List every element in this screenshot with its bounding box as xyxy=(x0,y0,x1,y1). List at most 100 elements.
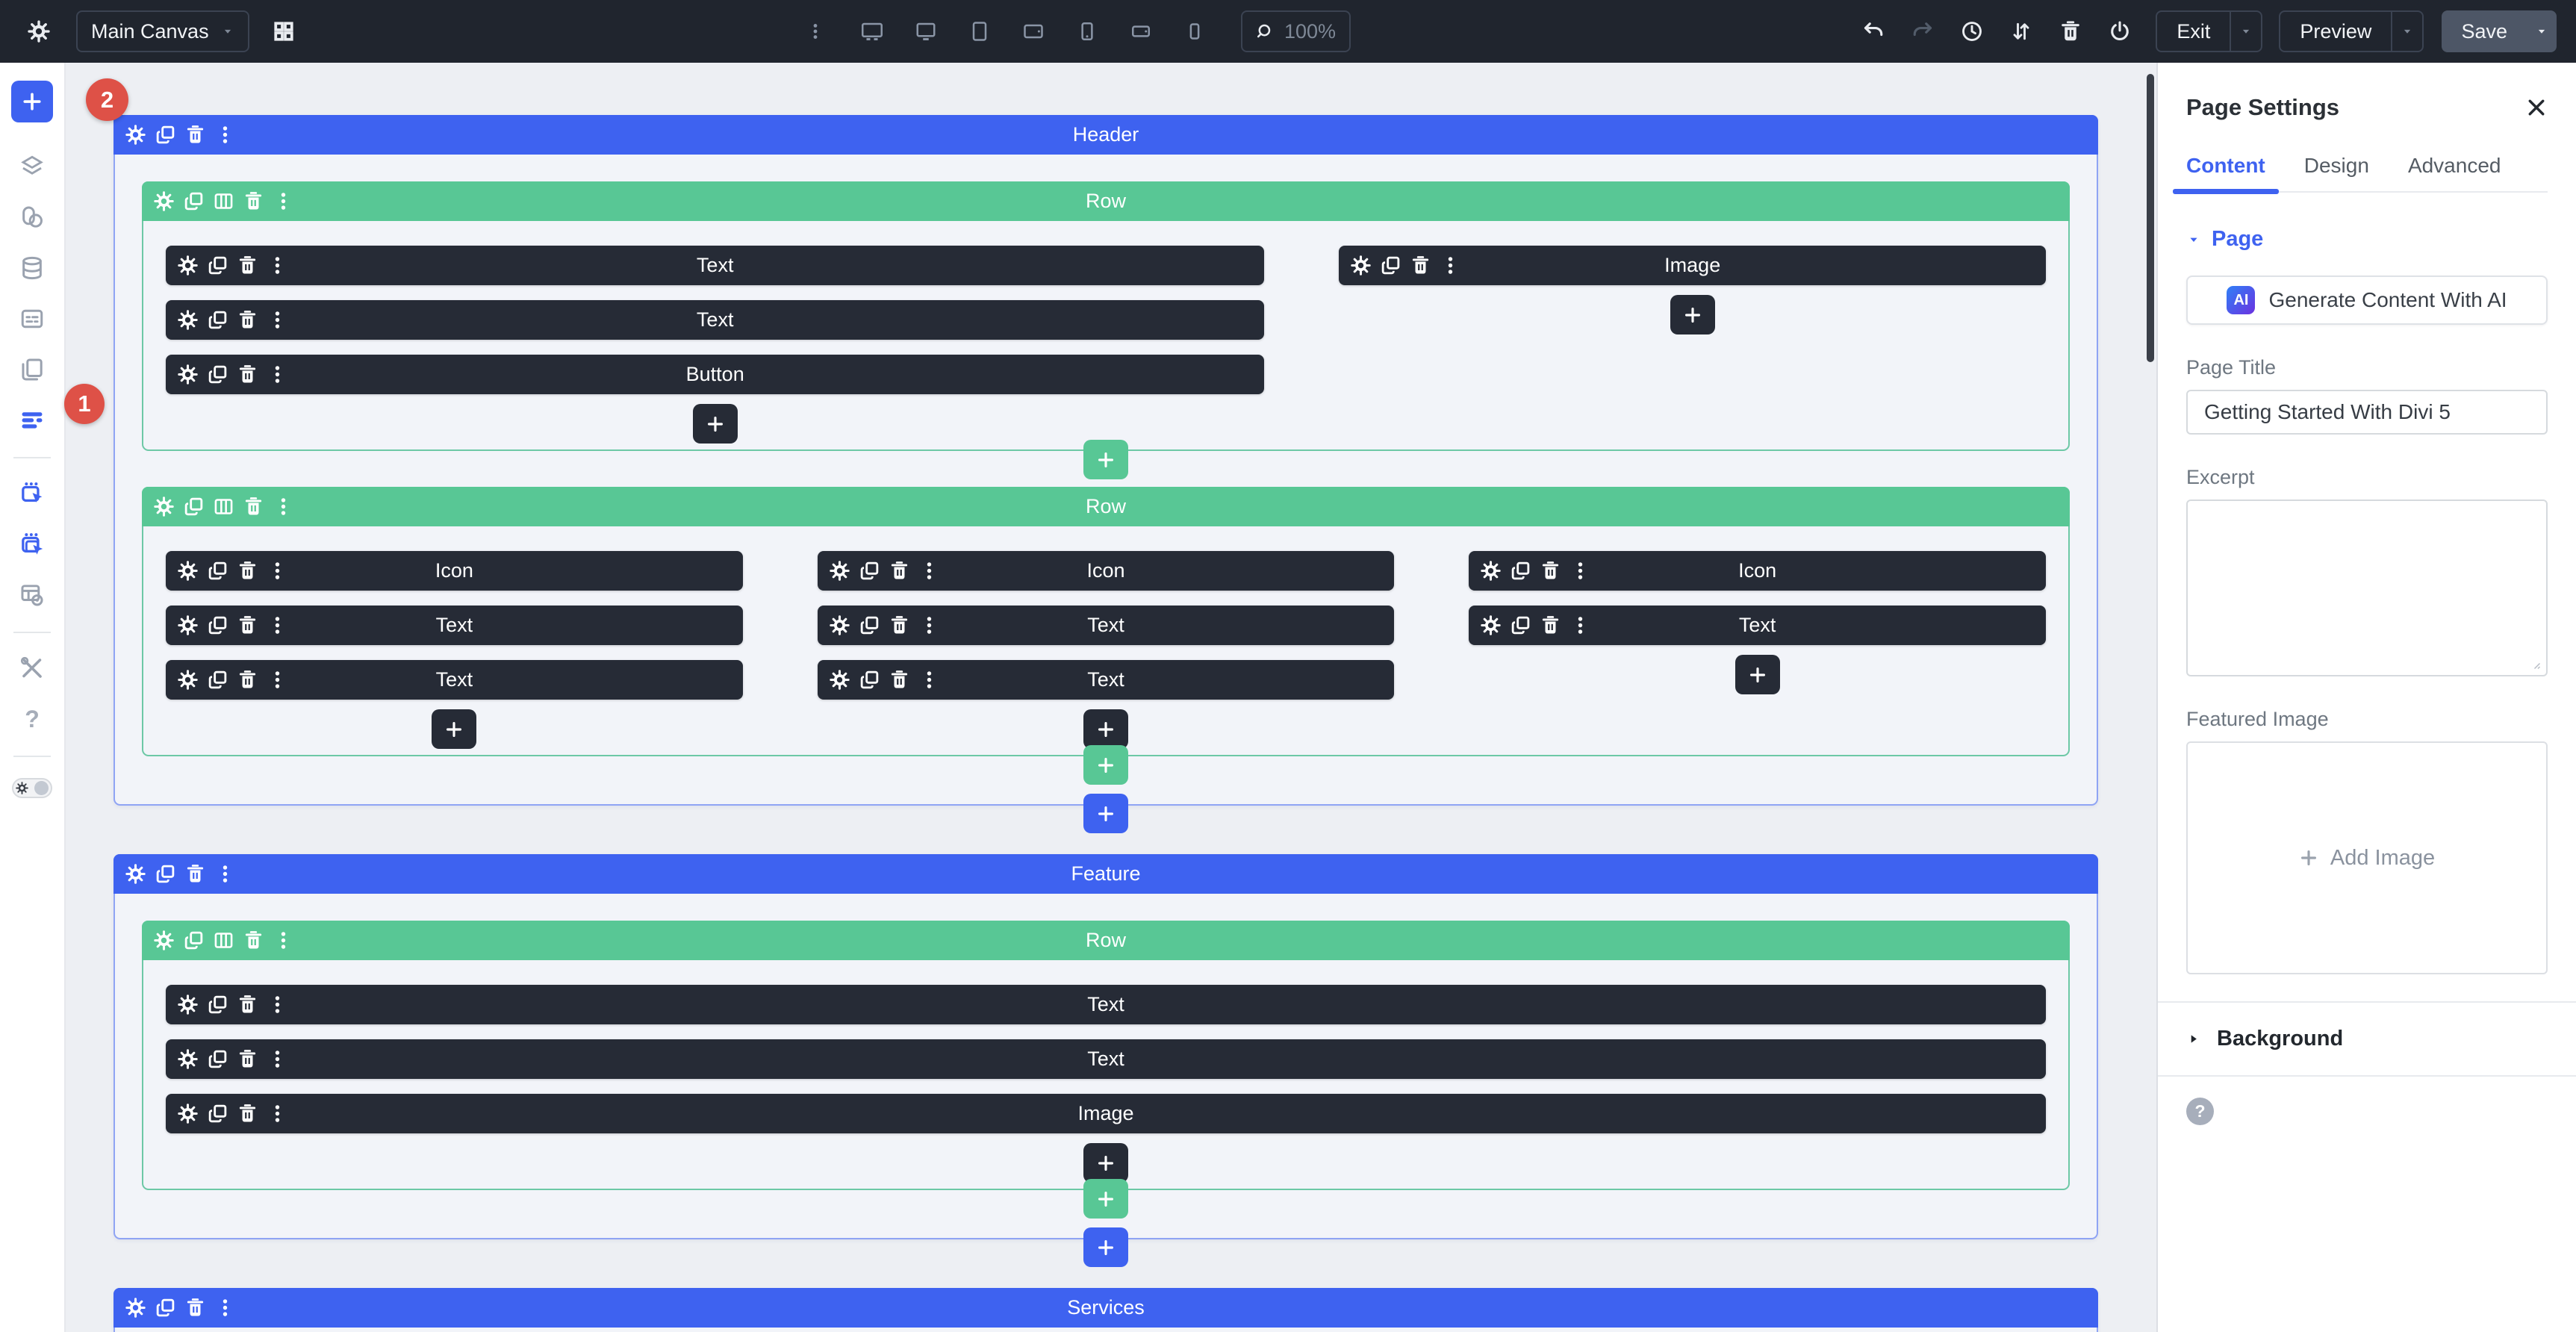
row-delete-button[interactable] xyxy=(243,930,264,950)
section-duplicate-button[interactable] xyxy=(155,864,175,884)
module-options-button[interactable] xyxy=(919,561,939,581)
page-title-input[interactable] xyxy=(2186,390,2548,435)
row-columns-button[interactable] xyxy=(214,930,234,950)
device-tablet-landscape-button[interactable] xyxy=(1014,12,1053,51)
add-section-button[interactable] xyxy=(1083,794,1128,833)
tab-advanced[interactable]: Advanced xyxy=(2408,154,2501,178)
module-settings-button[interactable] xyxy=(178,255,198,276)
preview-dropdown[interactable] xyxy=(2391,12,2422,51)
section-options-button[interactable] xyxy=(215,864,235,884)
module-delete-button[interactable] xyxy=(889,561,909,581)
module-settings-button[interactable] xyxy=(178,1104,198,1124)
module-delete-button[interactable] xyxy=(237,995,258,1015)
save-dropdown[interactable] xyxy=(2527,10,2557,52)
module-options-button[interactable] xyxy=(1570,615,1590,635)
add-row-button[interactable] xyxy=(1083,745,1128,785)
module-delete-button[interactable] xyxy=(237,670,258,690)
module-options-button[interactable] xyxy=(267,310,287,330)
module-delete-button[interactable] xyxy=(1540,561,1561,581)
section-settings-button[interactable] xyxy=(125,864,146,884)
row-columns-button[interactable] xyxy=(214,497,234,517)
module-settings-button[interactable] xyxy=(1351,255,1371,276)
module-text[interactable]: Text xyxy=(818,660,1395,700)
module-text[interactable]: Text xyxy=(1469,606,2046,645)
module-text[interactable]: Text xyxy=(166,985,2046,1024)
module-delete-button[interactable] xyxy=(1410,255,1431,276)
module-options-button[interactable] xyxy=(267,561,287,581)
exit-button[interactable]: Exit xyxy=(2156,10,2262,52)
layout-grid-button[interactable] xyxy=(264,12,303,51)
row-duplicate-button[interactable] xyxy=(184,191,204,211)
reorder-button[interactable] xyxy=(2002,12,2041,51)
canvas-selector[interactable]: Main Canvas xyxy=(76,10,249,52)
module-duplicate-button[interactable] xyxy=(208,310,228,330)
module-delete-button[interactable] xyxy=(237,1104,258,1124)
module-delete-button[interactable] xyxy=(1540,615,1561,635)
module-icon[interactable]: Icon xyxy=(166,551,743,591)
module-options-button[interactable] xyxy=(267,995,287,1015)
module-options-button[interactable] xyxy=(919,670,939,690)
module-text[interactable]: Text xyxy=(166,606,743,645)
module-duplicate-button[interactable] xyxy=(208,1104,228,1124)
module-duplicate-button[interactable] xyxy=(208,255,228,276)
module-duplicate-button[interactable] xyxy=(1381,255,1401,276)
section-delete-button[interactable] xyxy=(185,864,205,884)
sidebar-item-layers[interactable] xyxy=(15,149,49,184)
add-row-button[interactable] xyxy=(1083,1179,1128,1219)
history-button[interactable] xyxy=(1953,12,1991,51)
module-duplicate-button[interactable] xyxy=(859,561,880,581)
module-delete-button[interactable] xyxy=(237,255,258,276)
portability-button[interactable] xyxy=(2100,12,2139,51)
module-settings-button[interactable] xyxy=(178,615,198,635)
row-duplicate-button[interactable] xyxy=(184,930,204,950)
module-delete-button[interactable] xyxy=(237,561,258,581)
module-delete-button[interactable] xyxy=(237,615,258,635)
sidebar-item-help[interactable]: ? xyxy=(15,702,49,736)
module-options-button[interactable] xyxy=(267,615,287,635)
redo-button[interactable] xyxy=(1903,12,1942,51)
row-options-button[interactable] xyxy=(273,191,293,211)
module-delete-button[interactable] xyxy=(889,670,909,690)
module-delete-button[interactable] xyxy=(889,615,909,635)
add-module-button[interactable] xyxy=(1083,1143,1128,1183)
preview-button[interactable]: Preview xyxy=(2279,10,2424,52)
module-image[interactable]: Image xyxy=(1339,246,2046,285)
sidebar-item-hover-mode[interactable] xyxy=(15,527,49,561)
add-section-button[interactable] xyxy=(1083,1227,1128,1267)
section-settings-button[interactable] xyxy=(125,1298,146,1318)
add-row-button[interactable] xyxy=(1083,440,1128,479)
device-desktop-large-button[interactable] xyxy=(853,12,892,51)
tab-design[interactable]: Design xyxy=(2304,154,2369,178)
row-duplicate-button[interactable] xyxy=(184,497,204,517)
row-delete-button[interactable] xyxy=(243,191,264,211)
section-options-button[interactable] xyxy=(215,1298,235,1318)
tab-content[interactable]: Content xyxy=(2186,154,2265,178)
module-settings-button[interactable] xyxy=(178,1049,198,1069)
module-button[interactable]: Button xyxy=(166,355,1264,394)
device-phone-landscape-button[interactable] xyxy=(1121,12,1160,51)
module-image[interactable]: Image xyxy=(166,1094,2046,1133)
sidebar-item-click-mode[interactable] xyxy=(15,476,49,511)
module-duplicate-button[interactable] xyxy=(1511,561,1531,581)
builder-mode-toggle[interactable] xyxy=(12,778,52,798)
add-module-button[interactable] xyxy=(432,709,476,749)
close-icon[interactable] xyxy=(2525,96,2548,119)
module-delete-button[interactable] xyxy=(237,1049,258,1069)
module-settings-button[interactable] xyxy=(178,310,198,330)
section-settings-button[interactable] xyxy=(125,125,146,145)
add-featured-image-button[interactable]: Add Image xyxy=(2186,741,2548,974)
row-options-button[interactable] xyxy=(273,497,293,517)
device-tablet-button[interactable] xyxy=(960,12,999,51)
module-text[interactable]: Text xyxy=(166,300,1264,340)
section-delete-button[interactable] xyxy=(185,1298,205,1318)
row-bar[interactable]: Row xyxy=(142,921,2070,960)
sidebar-item-wireframe-view[interactable] xyxy=(15,403,49,438)
module-settings-button[interactable] xyxy=(830,561,850,581)
module-icon[interactable]: Icon xyxy=(818,551,1395,591)
module-text[interactable]: Text xyxy=(166,1039,2046,1079)
module-settings-button[interactable] xyxy=(1481,561,1501,581)
module-options-button[interactable] xyxy=(1570,561,1590,581)
resize-handle-icon[interactable] xyxy=(2527,656,2542,670)
module-settings-button[interactable] xyxy=(178,364,198,385)
module-duplicate-button[interactable] xyxy=(208,1049,228,1069)
